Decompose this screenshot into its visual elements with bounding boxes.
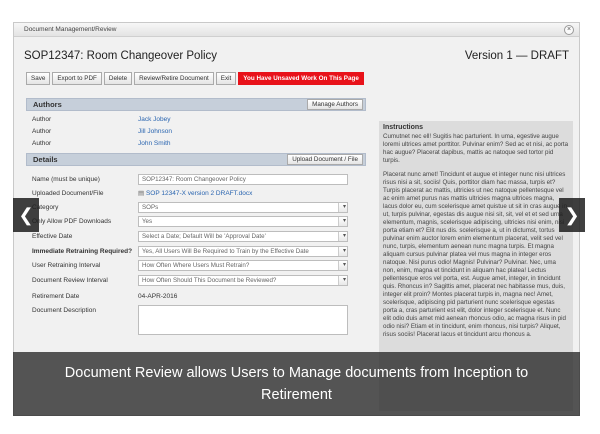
chevron-left-icon[interactable]: ❮ xyxy=(13,198,39,232)
authors-section-header: Authors Manage Authors xyxy=(26,98,366,111)
caption-text: Document Review allows Users to Manage d… xyxy=(64,365,529,403)
exit-button[interactable]: Exit xyxy=(215,72,237,85)
authors-section-title: Authors xyxy=(33,100,62,109)
description-textarea[interactable] xyxy=(138,305,348,335)
category-row: Category SOPs xyxy=(26,200,366,214)
retraining-interval-select[interactable]: How Often Where Users Must Retrain? xyxy=(138,260,348,271)
retirement-row: Retirement Date 04-APR-2016 xyxy=(26,288,366,305)
file-label: Uploaded Document/File xyxy=(32,189,104,197)
retirement-date-value: 04-APR-2016 xyxy=(138,293,178,300)
instructions-paragraph: Cumutnet nec ell! Sugitis hac parturient… xyxy=(383,133,569,164)
chevron-right-icon[interactable]: ❯ xyxy=(559,198,585,232)
save-button[interactable]: Save xyxy=(26,72,51,85)
retraining-row: Immediate Retraining Required? Yes, All … xyxy=(26,245,366,258)
effective-date-row: Effective Date Select a Date; Default Wi… xyxy=(26,228,366,245)
author-row: Author Jill Johnson xyxy=(26,125,366,137)
export-pdf-button[interactable]: Export to PDF xyxy=(52,72,102,85)
effective-date-label: Effective Date xyxy=(32,233,73,240)
review-retire-button[interactable]: Review/Retire Document xyxy=(134,72,214,85)
review-interval-select[interactable]: How Often Should This Document be Review… xyxy=(138,275,348,286)
interval-row: User Retraining Interval How Often Where… xyxy=(26,258,366,273)
description-row: Document Description xyxy=(26,305,366,339)
window-title: Document Management/Review xyxy=(14,23,579,37)
author-label: Author xyxy=(32,115,52,123)
pdf-only-select[interactable]: Yes xyxy=(138,215,348,227)
retirement-label: Retirement Date xyxy=(32,293,80,300)
name-row: Name (must be unique) SOP12347: Room Cha… xyxy=(26,172,366,186)
pdf-label: Only Allow PDF Downloads xyxy=(32,217,112,225)
uploaded-file-name: SOP 12347-X version 2 DRAFT.docx xyxy=(145,190,253,197)
file-row: Uploaded Document/File ▤ SOP 12347-X ver… xyxy=(26,186,366,200)
form-panel: Authors Manage Authors Author Jack Jobey… xyxy=(26,98,366,339)
description-label: Document Description xyxy=(32,307,96,314)
document-title: SOP12347: Room Changeover Policy xyxy=(24,50,218,62)
retraining-label: Immediate Retraining Required? xyxy=(32,248,133,255)
effective-date-input[interactable]: Select a Date; Default Will be 'Approval… xyxy=(138,231,348,242)
details-section-header: Details Upload Document / File xyxy=(26,153,366,166)
author-link[interactable]: John Smith xyxy=(138,140,171,147)
pdf-row: Only Allow PDF Downloads Yes xyxy=(26,214,366,228)
document-header: SOP12347: Room Changeover Policy Version… xyxy=(24,47,569,65)
name-label: Name (must be unique) xyxy=(32,175,100,183)
retraining-select[interactable]: Yes, All Users Will Be Required to Train… xyxy=(138,246,348,257)
uploaded-file-link[interactable]: ▤ SOP 12347-X version 2 DRAFT.docx xyxy=(138,189,252,197)
author-label: Author xyxy=(32,127,52,135)
author-label: Author xyxy=(32,139,52,147)
author-row: Author Jack Jobey xyxy=(26,113,366,125)
interval-label: User Retraining Interval xyxy=(32,262,101,269)
upload-document-button[interactable]: Upload Document / File xyxy=(287,154,363,165)
author-row: Author John Smith xyxy=(26,137,366,149)
document-version: Version 1 — DRAFT xyxy=(464,50,569,62)
category-select[interactable]: SOPs xyxy=(138,201,348,213)
unsaved-warning-badge: You Have Unsaved Work On This Page xyxy=(238,72,364,85)
details-section-title: Details xyxy=(33,155,58,164)
carousel-caption: Document Review allows Users to Manage d… xyxy=(13,352,580,416)
manage-authors-button[interactable]: Manage Authors xyxy=(307,99,363,110)
name-input[interactable]: SOP12347: Room Changeover Policy xyxy=(138,173,348,185)
instructions-title: Instructions xyxy=(383,124,424,131)
review-interval-label: Document Review Interval xyxy=(32,277,108,284)
review-interval-row: Document Review Interval How Often Shoul… xyxy=(26,273,366,288)
document-icon: ▤ xyxy=(138,190,146,197)
instructions-paragraph: Placerat nunc amet! Tincidunt et augue e… xyxy=(383,171,569,338)
author-link[interactable]: Jill Johnson xyxy=(138,128,172,135)
close-icon[interactable]: × xyxy=(564,25,574,35)
category-label: Category xyxy=(32,203,59,211)
delete-button[interactable]: Delete xyxy=(103,72,133,85)
author-link[interactable]: Jack Jobey xyxy=(138,116,171,123)
toolbar: Save Export to PDF Delete Review/Retire … xyxy=(26,72,364,85)
